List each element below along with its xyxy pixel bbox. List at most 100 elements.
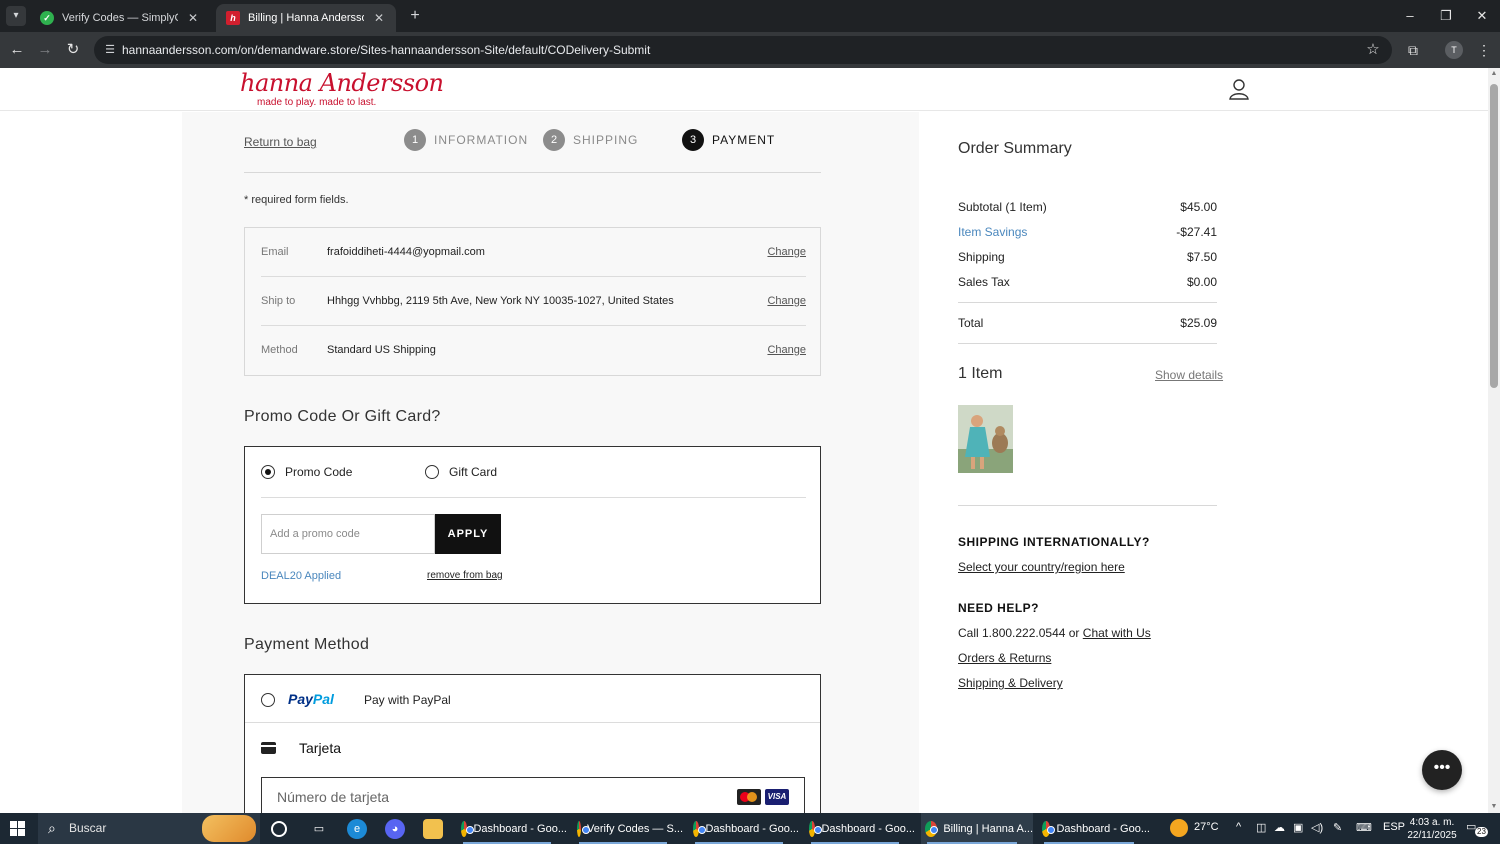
apply-promo-button[interactable]: APPLY bbox=[435, 514, 501, 554]
temperature[interactable]: 27°C bbox=[1194, 821, 1219, 833]
orders-returns-link[interactable]: Orders & Returns bbox=[958, 651, 1051, 665]
clock-date: 22/11/2025 bbox=[1407, 830, 1457, 841]
system-clock[interactable]: 4:03 a. m. 22/11/2025 bbox=[1404, 816, 1460, 842]
tab-hanna-billing[interactable]: h Billing | Hanna Andersson ✕ bbox=[216, 4, 396, 32]
simplycodes-check-icon: ✓ bbox=[40, 11, 54, 25]
input-language[interactable]: ESP bbox=[1383, 821, 1405, 833]
row-value: $25.09 bbox=[1180, 316, 1217, 330]
address-bar[interactable]: ☰ hannaandersson.com/on/demandware.store… bbox=[94, 36, 1392, 64]
taskbar-app-chrome-2[interactable]: Verify Codes — S... bbox=[573, 813, 683, 844]
step-information[interactable]: 1 INFORMATION bbox=[404, 129, 528, 151]
gift-card-radio[interactable] bbox=[425, 465, 439, 479]
back-arrow-icon[interactable]: ← bbox=[7, 40, 27, 60]
keyboard-icon[interactable]: ⌨ bbox=[1356, 821, 1372, 834]
site-header: hanna Andersson made to play. made to la… bbox=[0, 68, 1488, 111]
browser-toolbar: ← → ↻ ☰ hannaandersson.com/on/demandware… bbox=[0, 32, 1500, 68]
notification-center-icon[interactable]: ▭ 23 bbox=[1466, 820, 1488, 837]
chrome-icon bbox=[925, 820, 939, 837]
profile-avatar[interactable]: T bbox=[1445, 41, 1463, 59]
tab-close-icon[interactable]: ✕ bbox=[372, 11, 386, 25]
network-icon[interactable]: ▣ bbox=[1293, 821, 1303, 834]
scroll-up-arrow-icon[interactable]: ▲ bbox=[1488, 68, 1500, 80]
step-payment: 3 PAYMENT bbox=[682, 129, 775, 151]
account-user-icon[interactable] bbox=[1229, 78, 1249, 100]
discord-icon[interactable]: ◕ bbox=[385, 819, 405, 839]
extensions-puzzle-icon[interactable]: ⧉ bbox=[1403, 40, 1423, 60]
windows-taskbar: ⌕ Buscar ▭ e ◕ Dashboard - Goo... Verify… bbox=[0, 813, 1500, 844]
weather-icon[interactable] bbox=[1170, 819, 1188, 837]
change-method-link[interactable]: Change bbox=[767, 344, 806, 356]
taskbar-app-chrome-4[interactable]: Dashboard - Goo... bbox=[805, 813, 915, 844]
step-shipping[interactable]: 2 SHIPPING bbox=[543, 129, 638, 151]
taskbar-app-label: Dashboard - Goo... bbox=[1056, 822, 1150, 835]
phone-text: Call 1.800.222.0544 or bbox=[958, 626, 1080, 640]
page-scrollbar[interactable]: ▲ ▼ bbox=[1488, 68, 1500, 813]
shipping-delivery-link[interactable]: Shipping & Delivery bbox=[958, 676, 1063, 690]
return-to-bag-link[interactable]: Return to bag bbox=[244, 135, 317, 149]
volume-icon[interactable]: ◁) bbox=[1311, 821, 1323, 834]
card-number-input[interactable] bbox=[261, 777, 805, 813]
row-value: $0.00 bbox=[1186, 275, 1217, 289]
summary-savings-row: Item Savings -$27.41 bbox=[958, 225, 1217, 239]
change-address-link[interactable]: Change bbox=[767, 295, 806, 307]
hanna-andersson-logo[interactable]: hanna Andersson made to play. made to la… bbox=[240, 68, 444, 108]
promo-code-option-label[interactable]: Promo Code bbox=[285, 465, 352, 479]
browser-tab-bar: ▾ ✓ Verify Codes — SimplyCodes ✕ h Billi… bbox=[0, 0, 1500, 32]
edge-icon[interactable]: e bbox=[347, 819, 367, 839]
windows-start-icon[interactable] bbox=[10, 821, 25, 836]
cortana-icon[interactable] bbox=[271, 821, 287, 837]
remove-promo-link[interactable]: remove from bag bbox=[427, 570, 503, 581]
tab-search-chevron-icon[interactable]: ▾ bbox=[6, 6, 26, 26]
paypal-radio[interactable] bbox=[261, 693, 275, 707]
summary-key: Method bbox=[261, 344, 298, 356]
need-help-heading: NEED HELP? bbox=[958, 601, 1040, 615]
tab-simplycodes[interactable]: ✓ Verify Codes — SimplyCodes ✕ bbox=[30, 4, 210, 32]
onedrive-cloud-icon[interactable]: ☁ bbox=[1274, 821, 1285, 834]
gift-card-option-label[interactable]: Gift Card bbox=[449, 465, 497, 479]
window-close-icon[interactable]: ✕ bbox=[1464, 4, 1500, 28]
tray-chevron-up-icon[interactable]: ^ bbox=[1236, 821, 1241, 833]
paypal-option-label[interactable]: Pay with PayPal bbox=[364, 693, 451, 707]
chat-with-us-link[interactable]: Chat with Us bbox=[1083, 626, 1151, 640]
restore-icon[interactable]: ❐ bbox=[1428, 4, 1464, 28]
scroll-down-arrow-icon[interactable]: ▼ bbox=[1488, 801, 1500, 813]
select-country-link[interactable]: Select your country/region here bbox=[958, 560, 1125, 574]
scrollbar-thumb[interactable] bbox=[1490, 84, 1498, 388]
product-thumbnail[interactable] bbox=[958, 405, 1013, 473]
chat-bubble-icon[interactable]: ••• bbox=[1422, 750, 1462, 790]
taskbar-app-chrome-3[interactable]: Dashboard - Goo... bbox=[689, 813, 799, 844]
logo-wordmark: hanna Andersson bbox=[240, 69, 444, 97]
minimize-icon[interactable]: – bbox=[1392, 4, 1428, 28]
tab-close-icon[interactable]: ✕ bbox=[186, 11, 200, 25]
payment-section-title: Payment Method bbox=[244, 636, 370, 653]
reload-icon[interactable]: ↻ bbox=[63, 40, 83, 60]
taskbar-app-chrome-1[interactable]: Dashboard - Goo... bbox=[457, 813, 567, 844]
browser-menu-icon[interactable]: ⋮ bbox=[1474, 40, 1494, 60]
new-tab-plus-icon[interactable]: + bbox=[405, 6, 425, 26]
task-view-icon[interactable]: ▭ bbox=[309, 819, 329, 839]
url-text[interactable]: hannaandersson.com/on/demandware.store/S… bbox=[122, 36, 650, 64]
taskbar-app-label: Verify Codes — S... bbox=[587, 822, 683, 835]
summary-row-method: Method Standard US Shipping Change bbox=[261, 326, 806, 375]
show-details-link[interactable]: Show details bbox=[1155, 368, 1223, 382]
paypal-logo: PayPal bbox=[288, 691, 334, 707]
chrome-icon bbox=[461, 820, 475, 837]
pen-icon[interactable]: ✎ bbox=[1333, 821, 1342, 834]
taskbar-search[interactable]: ⌕ Buscar bbox=[38, 813, 260, 844]
summary-value: Standard US Shipping bbox=[327, 344, 436, 356]
change-email-link[interactable]: Change bbox=[767, 246, 806, 258]
promo-code-input[interactable] bbox=[261, 514, 435, 554]
shipping-internationally-heading: SHIPPING INTERNATIONALLY? bbox=[958, 535, 1150, 549]
taskbar-app-chrome-6[interactable]: Dashboard - Goo... bbox=[1038, 813, 1150, 844]
divider bbox=[245, 722, 820, 723]
promo-code-radio[interactable] bbox=[261, 465, 275, 479]
taskbar-app-chrome-5[interactable]: Billing | Hanna A... bbox=[921, 813, 1033, 844]
step-number: 1 bbox=[404, 129, 426, 151]
divider bbox=[261, 497, 806, 498]
bookmark-star-icon[interactable]: ☆ bbox=[1364, 41, 1382, 59]
site-settings-icon[interactable]: ☰ bbox=[102, 42, 118, 58]
summary-total-row: Total $25.09 bbox=[958, 316, 1217, 330]
forward-arrow-icon[interactable]: → bbox=[35, 40, 55, 60]
file-explorer-icon[interactable] bbox=[423, 819, 443, 839]
tray-app-icon[interactable]: ◫ bbox=[1256, 821, 1266, 834]
